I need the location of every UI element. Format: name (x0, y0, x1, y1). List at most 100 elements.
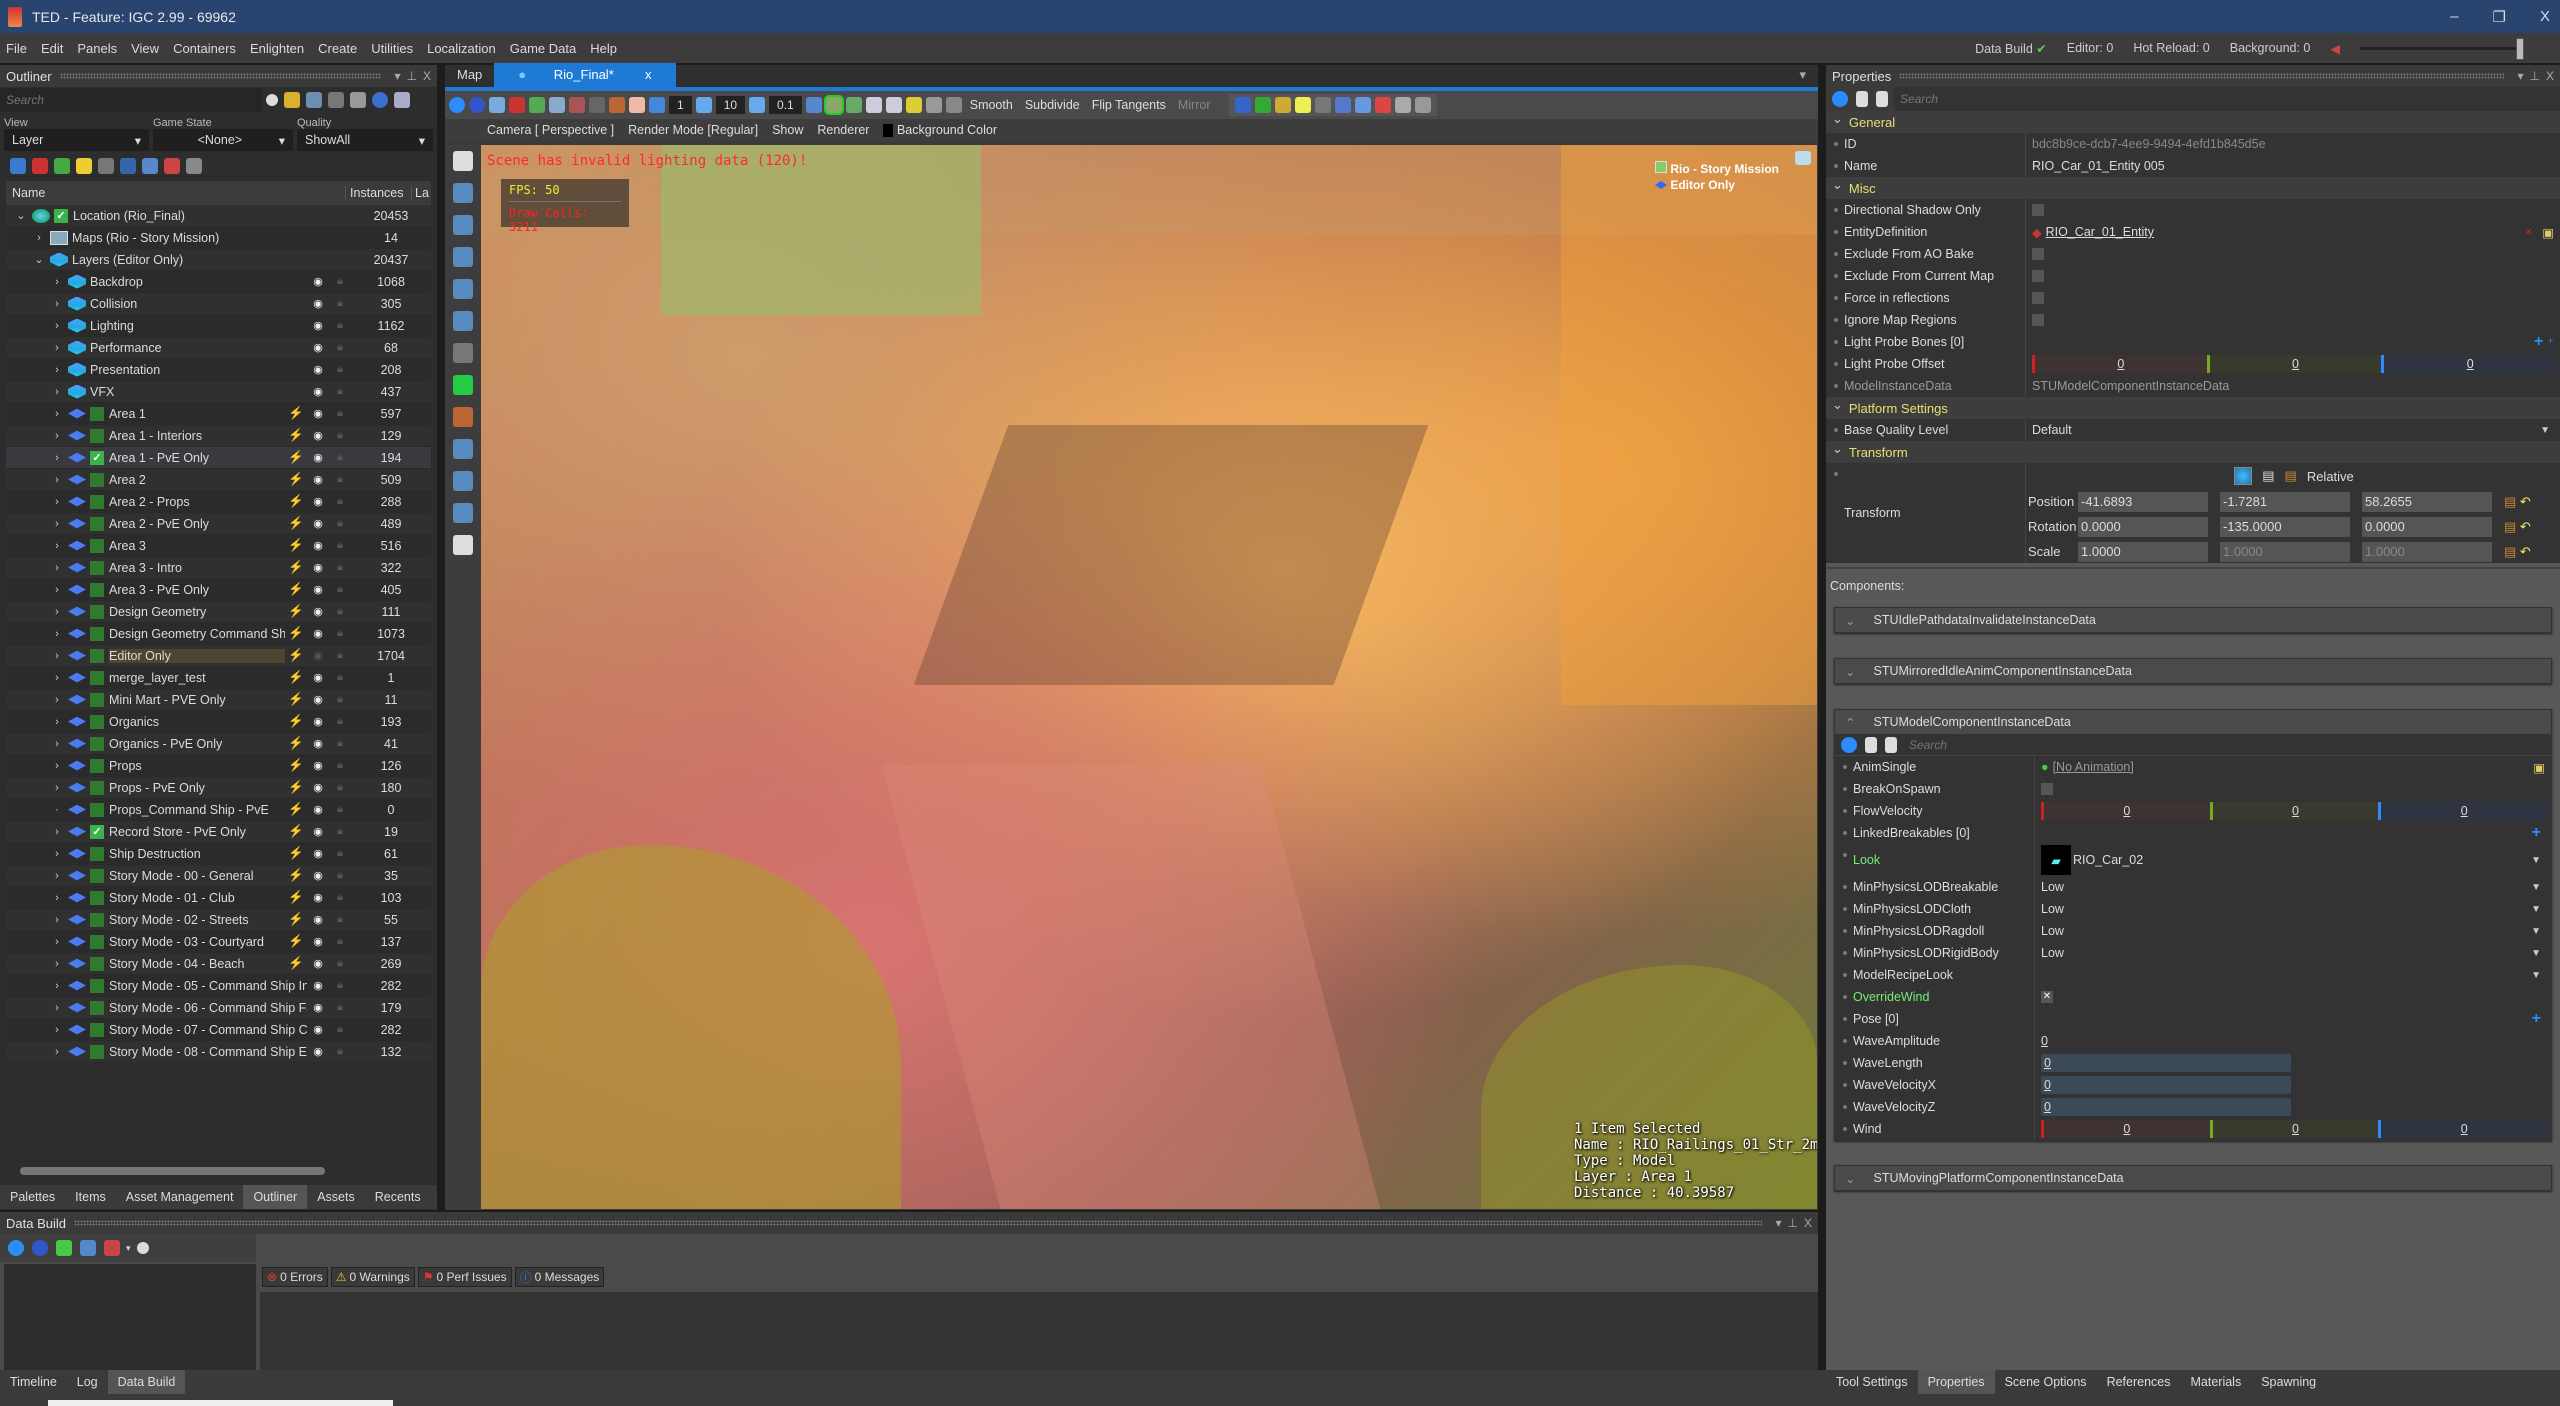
eye-icon[interactable]: ◉ (307, 605, 329, 618)
chevron-right-icon[interactable]: › (50, 540, 64, 552)
lightning-icon[interactable]: ⚡ (285, 472, 307, 487)
tab-recents[interactable]: Recents (365, 1185, 431, 1209)
dropdown-icon[interactable]: ▾ (395, 69, 401, 83)
outliner-row[interactable]: › VFX ◉ 🔒︎ 437 (6, 381, 431, 403)
reset-icon[interactable]: ↶ (2520, 544, 2531, 560)
lightning-icon[interactable]: ⚡ (285, 626, 307, 641)
scale-y[interactable]: 1.0000 (2220, 541, 2350, 562)
note-tool-icon[interactable] (453, 535, 473, 555)
column-layer[interactable]: La (411, 186, 431, 200)
eye-icon[interactable]: ◉ (307, 1023, 329, 1036)
errors-filter[interactable]: ⊗ 0 Errors (262, 1267, 328, 1287)
terrain-icon[interactable] (54, 158, 70, 174)
eye-icon[interactable]: ◉ (307, 1001, 329, 1014)
checkbox[interactable] (90, 692, 104, 707)
copy-icon[interactable]: ▤ (2504, 494, 2516, 510)
checkbox[interactable] (2032, 270, 2044, 282)
perf-filter[interactable]: ⚑ 0 Perf Issues (417, 1267, 512, 1287)
tab-map[interactable]: Map (445, 63, 494, 87)
chevron-right-icon[interactable]: › (50, 1046, 64, 1058)
3d-scene-view[interactable]: Scene has invalid lighting data (120)! F… (481, 145, 1817, 1209)
checkbox[interactable] (90, 516, 104, 531)
help-icon[interactable] (32, 1240, 48, 1256)
lightning-icon[interactable]: ⚡ (285, 516, 307, 531)
chevron-right-icon[interactable]: › (50, 628, 64, 640)
chevron-right-icon[interactable]: › (50, 936, 64, 948)
lock-icon[interactable]: 🔒︎ (329, 847, 351, 860)
lock-icon[interactable]: 🔒︎ (329, 495, 351, 508)
base-quality-dropdown[interactable]: Default ▼ (2026, 419, 2560, 441)
layer-icon[interactable] (10, 158, 26, 174)
eye-icon[interactable]: ◉ (307, 803, 329, 816)
chevron-right-icon[interactable]: › (50, 1024, 64, 1036)
shape-icon[interactable] (142, 158, 158, 174)
view-dropdown[interactable]: Layer ▾ (4, 129, 149, 151)
eye-icon[interactable]: ◉ (307, 693, 329, 706)
menu-file[interactable]: File (6, 41, 27, 56)
outliner-row[interactable]: › Collision ◉ 🔒︎ 305 (6, 293, 431, 315)
hammer-icon[interactable] (609, 97, 625, 113)
checkbox[interactable] (90, 604, 104, 619)
move-tool-icon[interactable] (453, 183, 473, 203)
lock-icon[interactable]: 🔒︎ (329, 319, 351, 332)
lightning-icon[interactable]: ⚡ (285, 890, 307, 905)
chevron-right-icon[interactable]: › (50, 320, 64, 332)
lock-icon[interactable]: 🔒︎ (329, 935, 351, 948)
entity-icon[interactable] (32, 158, 48, 174)
outliner-row[interactable]: › Story Mode - 00 - General ⚡ ◉ 🔒︎ 35 (6, 865, 431, 887)
collapse-icon[interactable] (328, 92, 344, 108)
chevron-right-icon[interactable]: › (50, 1002, 64, 1014)
eye-icon[interactable]: ◉ (307, 825, 329, 838)
lod-dropdown[interactable]: Low ▼ (2035, 920, 2551, 942)
text-icon[interactable] (186, 158, 202, 174)
lightning-icon[interactable]: ⚡ (285, 956, 307, 971)
checkbox[interactable] (90, 956, 104, 971)
close-button[interactable]: X (2540, 8, 2550, 25)
checkbox[interactable] (90, 472, 104, 487)
light-icon[interactable] (76, 158, 92, 174)
outliner-row[interactable]: › Area 3 - Intro ⚡ ◉ 🔒︎ 322 (6, 557, 431, 579)
tab-rio-final[interactable]: ● Rio_Final* x (494, 63, 676, 87)
speaker-icon[interactable]: ◀ (2330, 41, 2340, 56)
b-icon[interactable] (885, 97, 902, 113)
eye-icon[interactable]: ◉ (307, 275, 329, 288)
scale-snap-icon[interactable] (749, 97, 766, 113)
outliner-row[interactable]: › Props - PvE Only ⚡ ◉ 🔒︎ 180 (6, 777, 431, 799)
eye-icon[interactable]: ◉ (307, 737, 329, 750)
game-state-dropdown[interactable]: <None> ▾ (153, 129, 293, 151)
show-lights-icon[interactable] (1294, 97, 1311, 113)
lock-icon[interactable]: 🔒︎ (329, 1023, 351, 1036)
chevron-right-icon[interactable]: › (50, 694, 64, 706)
chevron-right-icon[interactable]: › (50, 562, 64, 574)
checkbox[interactable] (2032, 314, 2044, 326)
lock-icon[interactable]: 🔒︎ (329, 891, 351, 904)
grid-size-input[interactable]: 1 (669, 96, 692, 114)
rotate-tool-icon[interactable] (453, 215, 473, 235)
move-icon[interactable] (649, 97, 665, 113)
restore-button[interactable]: ❐ (2493, 8, 2506, 26)
add-icon[interactable]: + (2532, 1010, 2541, 1028)
lock-icon[interactable]: 🔒︎ (329, 1001, 351, 1014)
chevron-right-icon[interactable]: › (50, 518, 64, 530)
chevron-right-icon[interactable]: › (50, 738, 64, 750)
list-icon[interactable] (394, 92, 410, 108)
image-icon[interactable] (549, 97, 565, 113)
chevron-right-icon[interactable]: › (50, 958, 64, 970)
checkbox[interactable] (90, 1044, 104, 1059)
anim-link[interactable]: [No Animation] (2053, 760, 2134, 774)
checkbox[interactable] (90, 736, 104, 751)
outliner-row[interactable]: › Story Mode - 06 - Command Ship Fac ◉ 🔒︎ 17… (6, 997, 431, 1019)
checkbox[interactable] (90, 538, 104, 553)
lock-icon[interactable]: 🔒︎ (329, 429, 351, 442)
snap-icon[interactable] (529, 97, 545, 113)
chevron-right-icon[interactable]: › (50, 364, 64, 376)
tab-items[interactable]: Items (65, 1185, 116, 1209)
show-text-icon[interactable] (1394, 97, 1411, 113)
checkbox[interactable] (90, 670, 104, 685)
subdivide-button[interactable]: Subdivide (1025, 98, 1080, 112)
lightning-icon[interactable]: ⚡ (285, 582, 307, 597)
eye-icon[interactable]: ◉ (307, 715, 329, 728)
outliner-row[interactable]: › Area 3 ⚡ ◉ 🔒︎ 516 (6, 535, 431, 557)
lod-dropdown[interactable]: Low ▼ (2035, 898, 2551, 920)
measure-tool-icon[interactable] (453, 471, 473, 491)
